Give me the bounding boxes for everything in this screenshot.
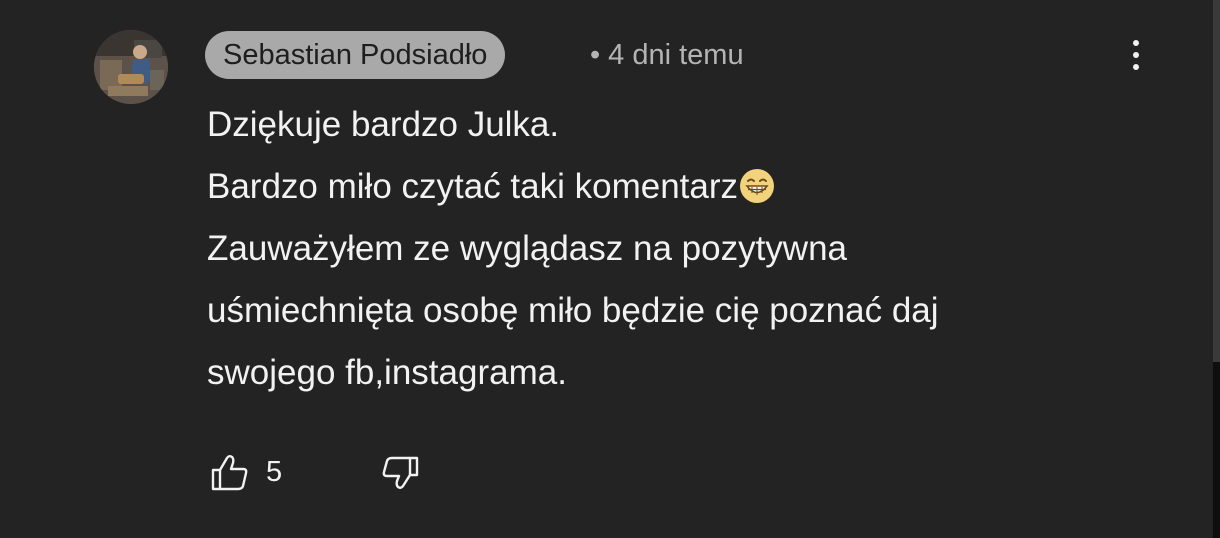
- screen-edge: [1213, 0, 1220, 538]
- dislike-button[interactable]: [380, 448, 420, 496]
- comment-line: Dziękuje bardzo Julka.: [207, 105, 560, 144]
- more-vertical-icon-dot: [1133, 52, 1139, 58]
- timestamp[interactable]: 4 dni temu: [608, 39, 743, 71]
- avatar-photo: [94, 30, 168, 104]
- like-count: 5: [266, 456, 283, 488]
- author-name-chip[interactable]: Sebastian Podsiadło: [205, 31, 506, 79]
- comment-line: swojego fb,instagrama.: [207, 353, 567, 392]
- comment-text: Dziękuje bardzo Julka. Bardzo miło czyta…: [207, 94, 1167, 404]
- avatar[interactable]: [94, 30, 168, 104]
- more-vertical-icon-dot: [1133, 64, 1139, 70]
- comment-line-with-emoji: Bardzo miło czytać taki komentarz: [207, 156, 1167, 218]
- thumbs-up-icon: [211, 455, 248, 491]
- more-vertical-icon-dot: [1133, 40, 1139, 46]
- author-name: Sebastian Podsiadło: [223, 39, 488, 71]
- comment-meta: • 4 dni temu: [590, 31, 744, 79]
- comment-line: Bardzo miło czytać taki komentarz: [207, 167, 739, 206]
- comment-line: uśmiechnięta osobę miło będzie cię pozna…: [207, 291, 939, 330]
- grinning-face-emoji-icon: [740, 169, 775, 203]
- like-button[interactable]: [210, 448, 250, 496]
- meta-separator: •: [590, 39, 601, 71]
- screen-edge-lower: [1213, 362, 1220, 538]
- thumbs-down-icon: [382, 456, 419, 489]
- comment-card: Sebastian Podsiadło • 4 dni temu Dziękuje…: [0, 0, 1213, 538]
- comment-line: Zauważyłem ze wyglądasz na pozytywna: [207, 229, 848, 268]
- more-options-button[interactable]: [1118, 33, 1154, 77]
